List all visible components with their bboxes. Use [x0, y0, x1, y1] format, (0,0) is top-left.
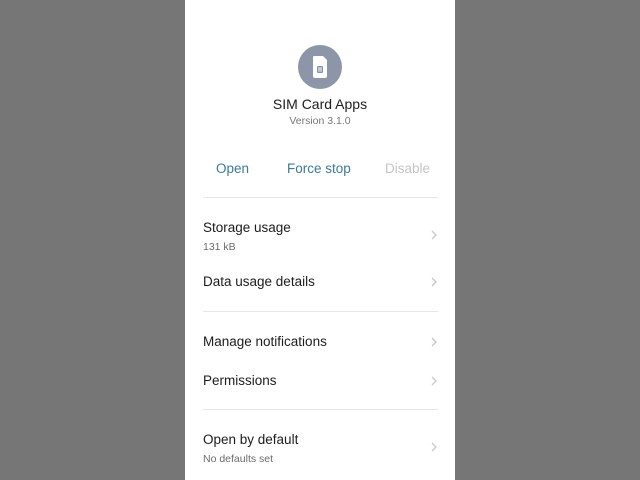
chevron-right-icon	[431, 230, 437, 240]
app-name: SIM Card Apps	[272, 96, 368, 112]
action-bar: Open Force stop Disable	[185, 161, 455, 181]
manage-notifications-title: Manage notifications	[203, 334, 327, 349]
open-by-default-value: No defaults set	[203, 453, 274, 465]
chevron-right-icon	[431, 277, 437, 287]
storage-usage-item[interactable]: Storage usage 131 kB	[185, 214, 455, 258]
data-usage-details-title: Data usage details	[203, 274, 315, 289]
open-button[interactable]: Open	[216, 161, 249, 176]
data-usage-details-item[interactable]: Data usage details	[185, 268, 455, 298]
chevron-right-icon	[431, 337, 437, 347]
disable-button[interactable]: Disable	[385, 161, 430, 176]
manage-notifications-item[interactable]: Manage notifications	[185, 328, 455, 358]
divider	[203, 409, 438, 410]
permissions-item[interactable]: Permissions	[185, 367, 455, 397]
divider	[203, 311, 438, 312]
open-by-default-item[interactable]: Open by default No defaults set	[185, 426, 455, 470]
background-left	[0, 0, 185, 480]
background-right	[455, 0, 640, 480]
storage-usage-value: 131 kB	[203, 241, 236, 253]
chevron-right-icon	[431, 376, 437, 386]
force-stop-button[interactable]: Force stop	[287, 161, 351, 176]
open-by-default-title: Open by default	[203, 432, 299, 447]
storage-usage-title: Storage usage	[203, 220, 291, 235]
divider	[203, 197, 438, 198]
chevron-right-icon	[431, 442, 437, 452]
sim-card-icon	[298, 45, 342, 89]
permissions-title: Permissions	[203, 373, 277, 388]
app-version: Version 3.1.0	[289, 115, 351, 127]
app-info-screen: SIM Card Apps Version 3.1.0 Open Force s…	[185, 0, 455, 480]
